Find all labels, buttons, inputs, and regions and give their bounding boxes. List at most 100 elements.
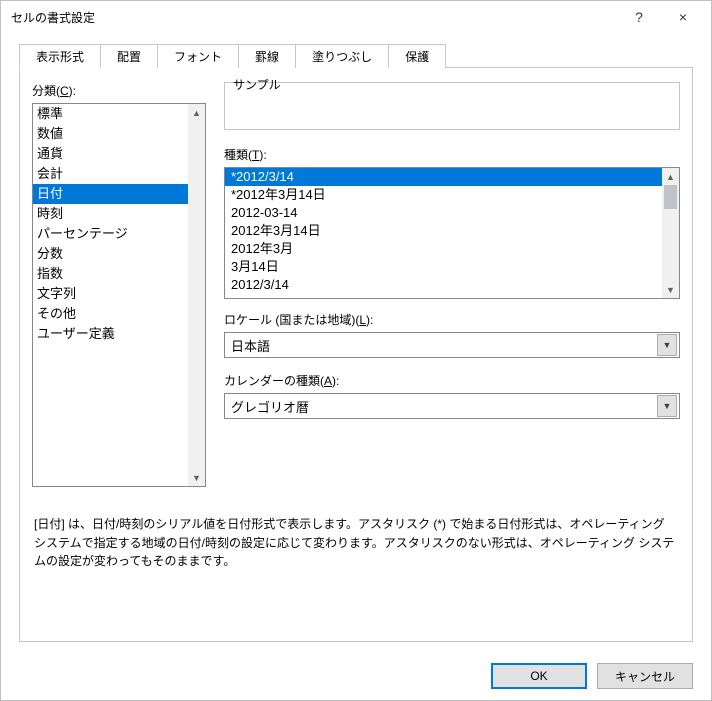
item-text: 指数 <box>37 266 63 281</box>
item-text: 会計 <box>37 166 63 181</box>
sample-box: サンプル <box>224 82 680 130</box>
description-text: [日付] は、日付/時刻のシリアル値を日付形式で表示します。アスタリスク (*)… <box>32 515 680 571</box>
tab-label: 罫線 <box>255 48 279 65</box>
calendar-select[interactable]: グレゴリオ暦 ▼ <box>224 393 680 419</box>
tab-label: 塗りつぶし <box>312 48 372 65</box>
item-text: 標準 <box>37 106 63 121</box>
item-text: 2012-03-14 <box>231 205 298 220</box>
list-item[interactable]: その他 <box>33 304 188 324</box>
tab-border[interactable]: 罫線 <box>238 44 296 68</box>
item-text: 数値 <box>37 126 63 141</box>
item-text: 2012年3月14日 <box>231 223 321 238</box>
tab-label: 保護 <box>405 48 429 65</box>
list-item[interactable]: 指数 <box>33 264 188 284</box>
list-item[interactable]: 2012/3/14 <box>225 276 662 294</box>
scroll-up-icon[interactable]: ▲ <box>662 168 679 185</box>
list-item[interactable]: 2012-03-14 <box>225 204 662 222</box>
item-text: 日付 <box>37 186 63 201</box>
cancel-button[interactable]: キャンセル <box>597 663 693 689</box>
category-items: 標準 数値 通貨 会計 日付 時刻 パーセンテージ 分数 指数 文字列 その他 … <box>33 104 188 486</box>
label-text: ロケール (国または地域)( <box>224 313 359 327</box>
close-button[interactable]: × <box>661 3 705 31</box>
tab-fill[interactable]: 塗りつぶし <box>295 44 389 68</box>
category-label: 分類(C): <box>32 82 206 99</box>
scroll-track <box>662 209 679 281</box>
label-text: ): <box>69 84 76 98</box>
tab-label: フォント <box>174 48 222 65</box>
details-column: サンプル 種類(T): *2012/3/14 *2012年3月14日 2012-… <box>224 82 680 487</box>
format-cells-dialog: セルの書式設定 ? × 表示形式 配置 フォント 罫線 塗りつぶし 保護 分類(… <box>0 0 712 701</box>
list-item[interactable]: 数値 <box>33 124 188 144</box>
scrollbar[interactable]: ▲ ▼ <box>662 168 679 298</box>
list-item[interactable]: *2012年3月14日 <box>225 186 662 204</box>
tab-label: 表示形式 <box>36 48 84 65</box>
type-listbox[interactable]: *2012/3/14 *2012年3月14日 2012-03-14 2012年3… <box>224 167 680 299</box>
scroll-thumb[interactable] <box>664 185 677 209</box>
item-text: 通貨 <box>37 146 63 161</box>
item-text: 2012年3月 <box>231 241 293 256</box>
list-item[interactable]: 文字列 <box>33 284 188 304</box>
calendar-label: カレンダーの種類(A): <box>224 372 680 389</box>
type-label: 種類(T): <box>224 146 680 163</box>
scroll-down-icon[interactable]: ▼ <box>662 281 679 298</box>
scroll-up-icon[interactable]: ▲ <box>188 104 205 121</box>
category-listbox[interactable]: 標準 数値 通貨 会計 日付 時刻 パーセンテージ 分数 指数 文字列 その他 … <box>32 103 206 487</box>
label-text: ): <box>259 148 266 162</box>
window-title: セルの書式設定 <box>11 9 617 26</box>
tab-align[interactable]: 配置 <box>100 44 158 68</box>
select-value: 日本語 <box>231 336 657 355</box>
help-button[interactable]: ? <box>617 3 661 31</box>
accel-key: L <box>359 313 366 327</box>
tab-panel: 分類(C): 標準 数値 通貨 会計 日付 時刻 パーセンテージ 分数 指数 <box>19 67 693 642</box>
list-item[interactable]: 標準 <box>33 104 188 124</box>
locale-label: ロケール (国または地域)(L): <box>224 311 680 328</box>
list-item[interactable]: 会計 <box>33 164 188 184</box>
accel-key: C <box>60 84 69 98</box>
list-item[interactable]: *2012/3/14 <box>225 168 662 186</box>
button-label: キャンセル <box>615 668 675 685</box>
list-item[interactable]: 通貨 <box>33 144 188 164</box>
titlebar: セルの書式設定 ? × <box>1 1 711 33</box>
item-text: その他 <box>37 306 76 321</box>
item-text: パーセンテージ <box>37 226 128 241</box>
item-text: *2012/3/14 <box>231 169 294 184</box>
tab-font[interactable]: フォント <box>157 44 239 68</box>
list-item[interactable]: パーセンテージ <box>33 224 188 244</box>
type-items: *2012/3/14 *2012年3月14日 2012-03-14 2012年3… <box>225 168 662 298</box>
item-text: ユーザー定義 <box>37 326 115 341</box>
dialog-footer: OK キャンセル <box>1 652 711 700</box>
close-icon: × <box>679 9 687 25</box>
label-text: カレンダーの種類( <box>224 374 324 388</box>
button-label: OK <box>530 669 547 683</box>
sample-label: サンプル <box>233 76 671 93</box>
locale-select[interactable]: 日本語 ▼ <box>224 332 680 358</box>
select-value: グレゴリオ暦 <box>231 397 657 416</box>
item-text: 3月14日 <box>231 259 279 274</box>
ok-button[interactable]: OK <box>491 663 587 689</box>
category-column: 分類(C): 標準 数値 通貨 会計 日付 時刻 パーセンテージ 分数 指数 <box>32 82 206 487</box>
item-text: 文字列 <box>37 286 76 301</box>
chevron-down-icon[interactable]: ▼ <box>657 395 677 417</box>
label-text: 種類( <box>224 148 252 162</box>
list-item[interactable]: 3月14日 <box>225 258 662 276</box>
tab-label: 配置 <box>117 48 141 65</box>
tab-protect[interactable]: 保護 <box>388 44 446 68</box>
list-item[interactable]: 2012年3月14日 <box>225 222 662 240</box>
list-item[interactable]: 時刻 <box>33 204 188 224</box>
item-text: 時刻 <box>37 206 63 221</box>
scroll-down-icon[interactable]: ▼ <box>188 469 205 486</box>
scrollbar[interactable]: ▲ ▼ <box>188 104 205 486</box>
item-text: 分数 <box>37 246 63 261</box>
label-text: ): <box>366 313 373 327</box>
item-text: *2012年3月14日 <box>231 187 326 202</box>
list-item[interactable]: 分数 <box>33 244 188 264</box>
list-item[interactable]: 日付 <box>33 184 188 204</box>
label-text: ): <box>332 374 339 388</box>
list-item[interactable]: ユーザー定義 <box>33 324 188 344</box>
chevron-down-icon[interactable]: ▼ <box>657 334 677 356</box>
list-item[interactable]: 2012年3月 <box>225 240 662 258</box>
tab-display-format[interactable]: 表示形式 <box>19 44 101 68</box>
dialog-body: 表示形式 配置 フォント 罫線 塗りつぶし 保護 分類(C): 標準 数値 通貨 <box>1 33 711 652</box>
accel-key: A <box>324 374 332 388</box>
item-text: 2012/3/14 <box>231 277 289 292</box>
